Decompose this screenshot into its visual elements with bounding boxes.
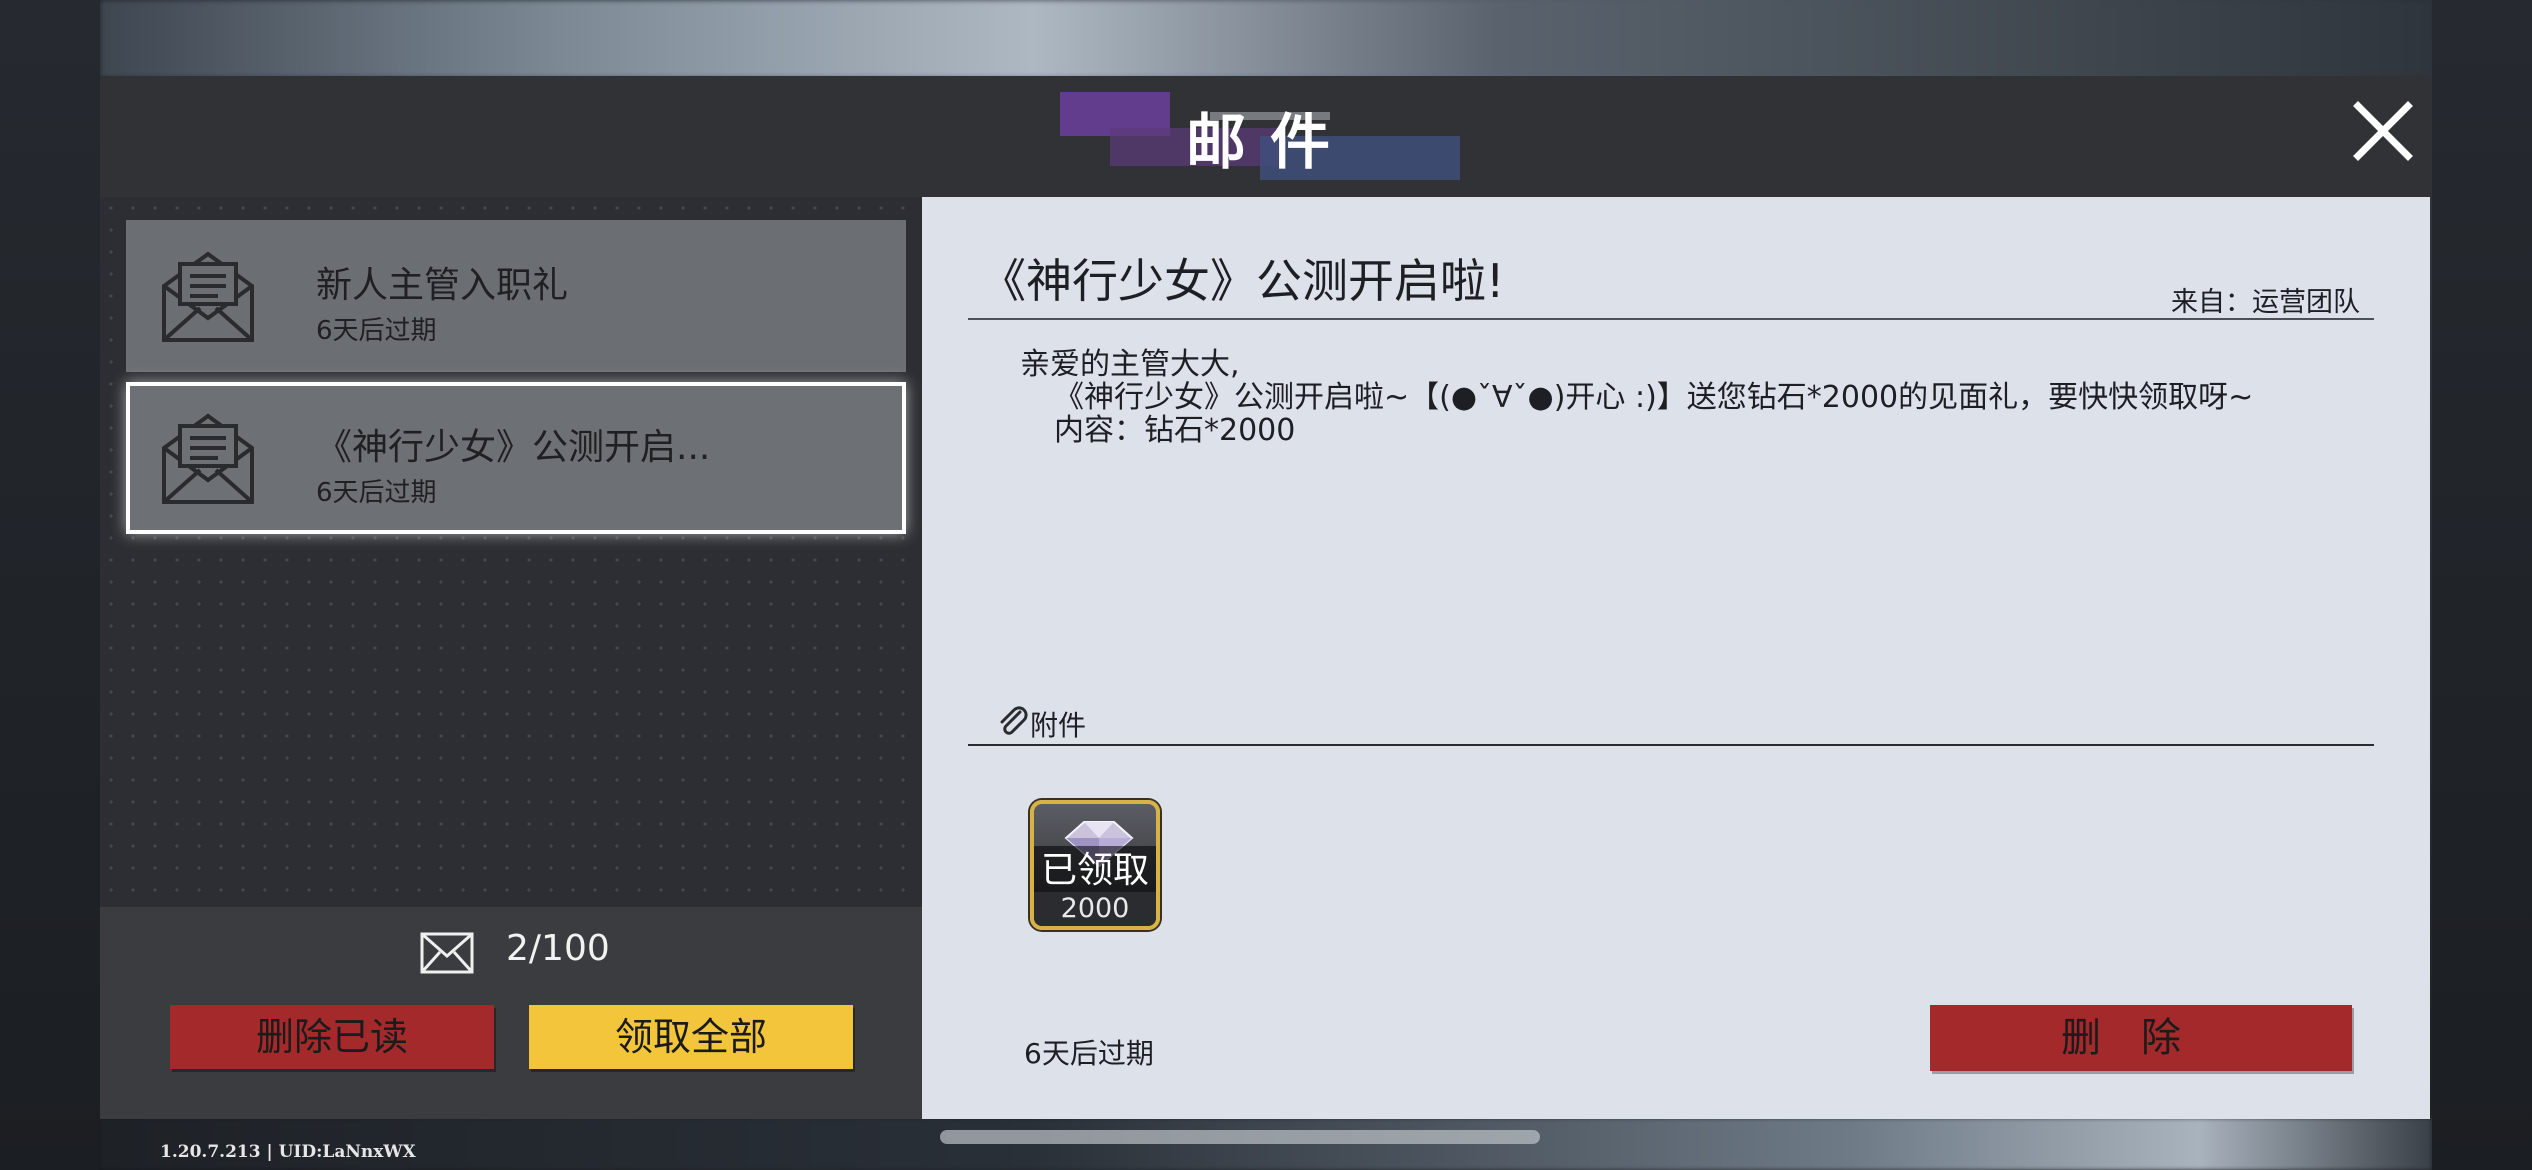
frame-left bbox=[0, 0, 100, 1170]
attachment-item[interactable]: 已领取 2000 bbox=[1030, 800, 1160, 930]
version-text: 1.20.7.213 | UID:LaNnxWX bbox=[160, 1142, 416, 1162]
mail-body-line: 内容：钻石*2000 bbox=[1054, 413, 1296, 448]
page-title: 邮件 bbox=[1186, 108, 1354, 178]
mail-expire: 6天后过期 bbox=[316, 478, 437, 508]
mail-sender: 来自：运营团队 bbox=[2171, 287, 2360, 318]
mail-list-item[interactable]: 新人主管入职礼 6天后过期 bbox=[126, 220, 906, 372]
divider bbox=[968, 318, 2374, 320]
mail-list-item-selected[interactable]: 《神行少女》公测开启... 6天后过期 bbox=[126, 382, 906, 534]
mail-subject: 新人主管入职礼 bbox=[316, 265, 569, 306]
claimed-status: 已领取 bbox=[1034, 846, 1156, 896]
delete-read-button[interactable]: 删除已读 bbox=[170, 1005, 494, 1069]
background-bottom bbox=[100, 1118, 2432, 1170]
paperclip-icon bbox=[1000, 706, 1028, 735]
attachment-label: 附件 bbox=[1030, 709, 1087, 742]
mail-expire: 6天后过期 bbox=[316, 316, 437, 346]
mail-count-icon bbox=[420, 932, 474, 974]
mail-body-line: 《神行少女》公测开启啦~【(●ˇ∀ˇ●)开心 :)】送您钻石*2000的见面礼，… bbox=[1054, 380, 2254, 415]
mail-count: 2/100 bbox=[506, 928, 610, 969]
close-button[interactable] bbox=[2350, 98, 2416, 164]
claim-all-button[interactable]: 领取全部 bbox=[529, 1005, 853, 1069]
home-indicator bbox=[940, 1130, 1540, 1144]
frame-right bbox=[2432, 0, 2532, 1170]
attachment-quantity: 2000 bbox=[1034, 892, 1156, 926]
mail-envelope-icon bbox=[162, 251, 254, 342]
mail-expire-detail: 6天后过期 bbox=[1024, 1037, 1154, 1070]
mail-title: 《神行少女》公测开启啦! bbox=[980, 254, 1505, 308]
divider bbox=[968, 744, 2374, 746]
mail-detail-panel bbox=[922, 197, 2430, 1119]
mail-envelope-icon bbox=[162, 413, 254, 504]
mail-body: 亲爱的主管大大, 《神行少女》公测开启啦~【(●ˇ∀ˇ●)开心 :)】送您钻石*… bbox=[1020, 348, 2253, 447]
background-top bbox=[100, 0, 2432, 78]
mail-subject: 《神行少女》公测开启... bbox=[316, 427, 711, 468]
delete-mail-button[interactable]: 删除 bbox=[1930, 1005, 2352, 1071]
close-icon bbox=[2353, 101, 2413, 161]
mail-body-greeting: 亲爱的主管大大, bbox=[1020, 347, 1240, 382]
